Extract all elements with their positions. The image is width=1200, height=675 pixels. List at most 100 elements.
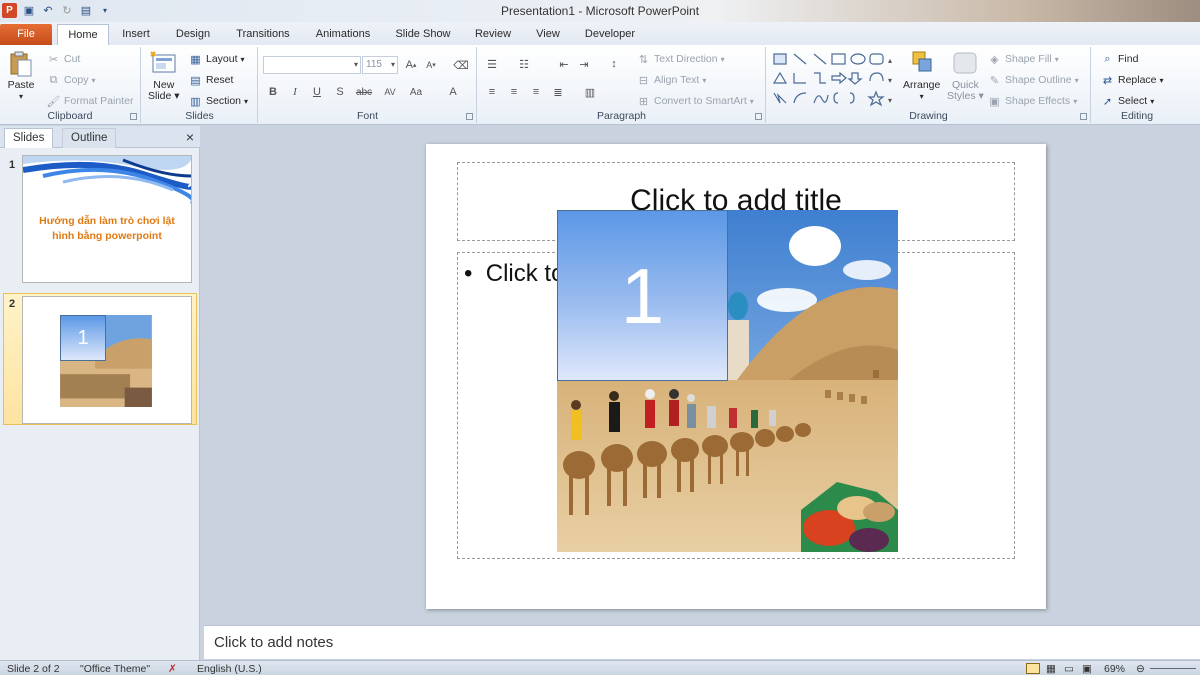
slides-group: New Slide ▾ ▦ Layout ▾ ▤ Reset ▥ Section… xyxy=(142,47,258,123)
clear-formatting-icon[interactable]: ⌫ xyxy=(453,57,469,73)
tab-view[interactable]: View xyxy=(528,24,568,45)
slide-thumbnail-2-selected[interactable]: 2 1 xyxy=(3,293,197,425)
normal-view-icon[interactable] xyxy=(1026,663,1040,674)
tab-insert[interactable]: Insert xyxy=(116,24,156,45)
reset-button[interactable]: ▤ Reset xyxy=(188,73,233,87)
tab-slides[interactable]: Slides xyxy=(4,128,54,148)
thumb2-slide: 1 xyxy=(22,296,192,424)
tab-slide-show[interactable]: Slide Show xyxy=(390,24,456,45)
notes-placeholder: Click to add notes xyxy=(214,634,334,651)
shapes-gallery[interactable]: ▴ ▾ ▾ xyxy=(772,51,894,109)
shrink-font-icon[interactable]: A ▾ xyxy=(423,57,439,73)
theme-name[interactable]: "Office Theme" xyxy=(80,663,150,675)
copy-button[interactable]: ⧉ Copy ▾ xyxy=(46,73,96,87)
drawing-launcher-icon[interactable] xyxy=(1080,113,1087,120)
new-slide-button[interactable]: New Slide ▾ xyxy=(148,50,180,102)
slides-group-label: Slides xyxy=(185,110,214,122)
columns-icon[interactable]: ▥ xyxy=(582,84,598,100)
align-right-icon[interactable]: ≡ xyxy=(528,84,544,100)
find-button[interactable]: ⌕ Find xyxy=(1100,52,1138,66)
zoom-level[interactable]: 69% xyxy=(1104,663,1125,675)
align-text-button[interactable]: ⊟ Align Text ▾ xyxy=(636,73,706,87)
select-label: Select xyxy=(1118,95,1148,107)
font-name-dropdown-icon[interactable]: ▾ xyxy=(354,57,358,73)
layout-label: Layout xyxy=(206,53,238,65)
replace-icon: ⇄ xyxy=(1102,74,1113,87)
tab-design[interactable]: Design xyxy=(170,24,216,45)
quick-styles-button[interactable]: Quick Styles ▾ xyxy=(947,50,984,102)
cut-button[interactable]: ✂ Cut xyxy=(46,52,80,66)
number-1-cover-box[interactable]: 1 xyxy=(557,210,728,381)
font-name-field[interactable]: ▾ xyxy=(263,56,361,74)
font-color-button[interactable]: A xyxy=(445,84,461,100)
decrease-indent-icon[interactable]: ⇤ xyxy=(556,56,572,72)
grow-font-icon[interactable]: A ▴ xyxy=(403,57,419,73)
paint-bucket-icon: ◈ xyxy=(990,53,999,66)
reading-view-icon[interactable]: ▭ xyxy=(1064,663,1074,675)
font-size-value: 115 xyxy=(366,59,382,70)
svg-text:▾: ▾ xyxy=(888,96,892,105)
status-bar: Slide 2 of 2 "Office Theme" ✗ English (U… xyxy=(0,660,1200,675)
section-button[interactable]: ▥ Section ▾ xyxy=(188,94,248,108)
new-slide-label-line2: Slide ▾ xyxy=(148,90,180,102)
layout-button[interactable]: ▦ Layout ▾ xyxy=(188,52,244,66)
tab-outline[interactable]: Outline xyxy=(62,128,117,148)
shape-effects-button[interactable]: ▣ Shape Effects ▾ xyxy=(987,94,1077,108)
spell-check-icon[interactable]: ✗ xyxy=(168,663,177,675)
shape-outline-button[interactable]: ✎ Shape Outline ▾ xyxy=(987,73,1079,87)
strikethrough-button[interactable]: abc xyxy=(353,84,375,100)
reset-icon: ▤ xyxy=(190,74,201,87)
font-launcher-icon[interactable] xyxy=(466,113,473,120)
tab-home[interactable]: Home xyxy=(57,24,109,45)
quick-styles-icon xyxy=(953,52,977,74)
select-button[interactable]: ➚ Select ▾ xyxy=(1100,94,1154,108)
close-pane-icon[interactable]: × xyxy=(186,129,194,145)
slide-number-1: 1 xyxy=(9,159,16,171)
justify-icon[interactable]: ≣ xyxy=(550,84,566,100)
tab-file[interactable]: File xyxy=(0,24,52,45)
numbering-icon[interactable]: ☷ xyxy=(516,56,532,72)
font-size-dropdown-icon[interactable]: ▾ xyxy=(391,57,395,73)
font-group-label: Font xyxy=(356,110,378,122)
format-painter-button[interactable]: 🖌 Format Painter xyxy=(46,94,134,108)
clipboard-launcher-icon[interactable] xyxy=(130,113,137,120)
slide-thumbnail-1[interactable]: Hướng dẫn làm trò chơi lật hình bằng pow… xyxy=(22,155,192,283)
slide-sorter-view-icon[interactable]: ▦ xyxy=(1046,663,1056,675)
tab-transitions[interactable]: Transitions xyxy=(230,24,296,45)
convert-smartart-button[interactable]: ⊞ Convert to SmartArt ▾ xyxy=(636,94,754,108)
replace-button[interactable]: ⇄ Replace ▾ xyxy=(1100,73,1164,87)
slideshow-view-icon[interactable]: ▣ xyxy=(1082,663,1092,675)
increase-indent-icon[interactable]: ⇥ xyxy=(576,56,592,72)
slide-counter: Slide 2 of 2 xyxy=(7,663,60,675)
shape-effects-icon: ▣ xyxy=(989,95,1000,108)
character-spacing-button[interactable]: AV xyxy=(379,84,401,100)
paragraph-launcher-icon[interactable] xyxy=(755,113,762,120)
text-shadow-button[interactable]: S xyxy=(332,84,348,100)
bold-button[interactable]: B xyxy=(265,84,281,100)
ribbon: Paste ▾ ✂ Cut ⧉ Copy ▾ 🖌 Format Painter … xyxy=(0,45,1200,125)
tab-review[interactable]: Review xyxy=(470,24,516,45)
align-center-icon[interactable]: ≡ xyxy=(506,84,522,100)
scissors-icon: ✂ xyxy=(48,53,59,66)
tab-animations[interactable]: Animations xyxy=(310,24,376,45)
zoom-slider[interactable] xyxy=(1150,668,1196,669)
svg-text:▾: ▾ xyxy=(888,76,892,85)
tab-developer[interactable]: Developer xyxy=(582,24,638,45)
copy-icon: ⧉ xyxy=(49,73,58,86)
italic-button[interactable]: I xyxy=(287,84,303,100)
zoom-out-icon[interactable]: ⊖ xyxy=(1136,663,1145,675)
arrange-button[interactable]: Arrange ▾ xyxy=(903,50,940,102)
underline-button[interactable]: U xyxy=(309,84,325,100)
paste-button[interactable]: Paste ▾ xyxy=(6,50,36,102)
align-left-icon[interactable]: ≡ xyxy=(484,84,500,100)
bullets-icon[interactable]: ☰ xyxy=(484,56,500,72)
line-spacing-icon[interactable]: ↕ xyxy=(606,56,622,72)
clipboard-group-label: Clipboard xyxy=(47,110,93,122)
align-text-label: Align Text xyxy=(654,74,700,86)
notes-pane[interactable]: Click to add notes xyxy=(204,625,1200,659)
language-indicator[interactable]: English (U.S.) xyxy=(197,663,262,675)
text-direction-button[interactable]: ⇅ Text Direction ▾ xyxy=(636,52,725,66)
change-case-button[interactable]: Aa xyxy=(407,84,425,100)
shape-fill-button[interactable]: ◈ Shape Fill ▾ xyxy=(987,52,1058,66)
font-size-field[interactable]: 115 ▾ xyxy=(362,56,398,74)
